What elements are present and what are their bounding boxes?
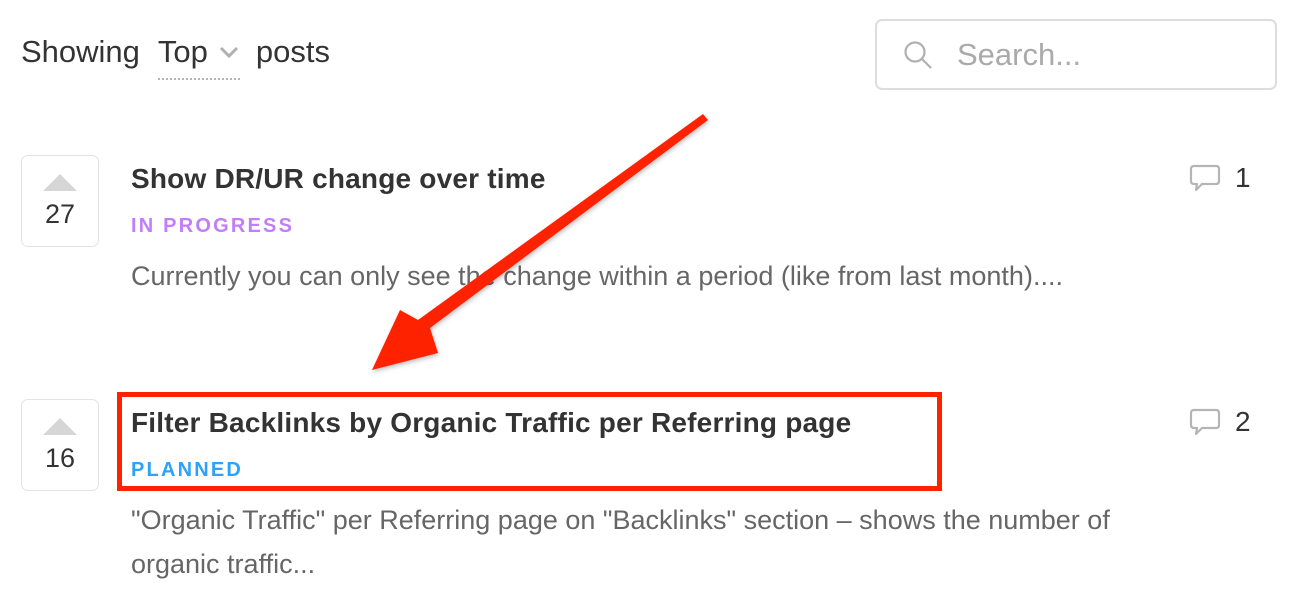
upvote-button[interactable]: 27 bbox=[21, 155, 99, 247]
search-input[interactable] bbox=[955, 35, 1259, 74]
sort-header: Showing Top posts bbox=[21, 34, 330, 80]
post-description: "Organic Traffic" per Referring page on … bbox=[131, 505, 1110, 579]
comment-count: 1 bbox=[1235, 162, 1251, 193]
post-title[interactable]: Filter Backlinks by Organic Traffic per … bbox=[131, 407, 851, 439]
vote-count: 27 bbox=[44, 199, 76, 229]
status-badge: IN PROGRESS bbox=[131, 215, 295, 237]
sort-value: Top bbox=[157, 34, 208, 69]
search-icon bbox=[904, 40, 932, 69]
status-badge: PLANNED bbox=[131, 459, 244, 481]
post-description: Currently you can only see the change wi… bbox=[131, 261, 1063, 291]
upvote-arrow-icon bbox=[43, 418, 77, 435]
comment-count: 2 bbox=[1235, 406, 1251, 437]
upvote-arrow-icon bbox=[43, 174, 77, 191]
chevron-down-icon bbox=[219, 46, 238, 59]
comment-icon bbox=[1189, 408, 1221, 436]
showing-label: Showing bbox=[21, 34, 140, 69]
vote-count: 16 bbox=[44, 443, 76, 473]
sort-dropdown[interactable]: Top bbox=[157, 34, 240, 80]
posts-label: posts bbox=[255, 34, 331, 69]
upvote-button[interactable]: 16 bbox=[21, 399, 99, 491]
search-box[interactable] bbox=[875, 19, 1277, 90]
comment-count-link[interactable]: 1 bbox=[1189, 162, 1251, 194]
post-title[interactable]: Show DR/UR change over time bbox=[131, 163, 546, 195]
comment-icon bbox=[1189, 164, 1221, 192]
comment-count-link[interactable]: 2 bbox=[1189, 406, 1251, 438]
